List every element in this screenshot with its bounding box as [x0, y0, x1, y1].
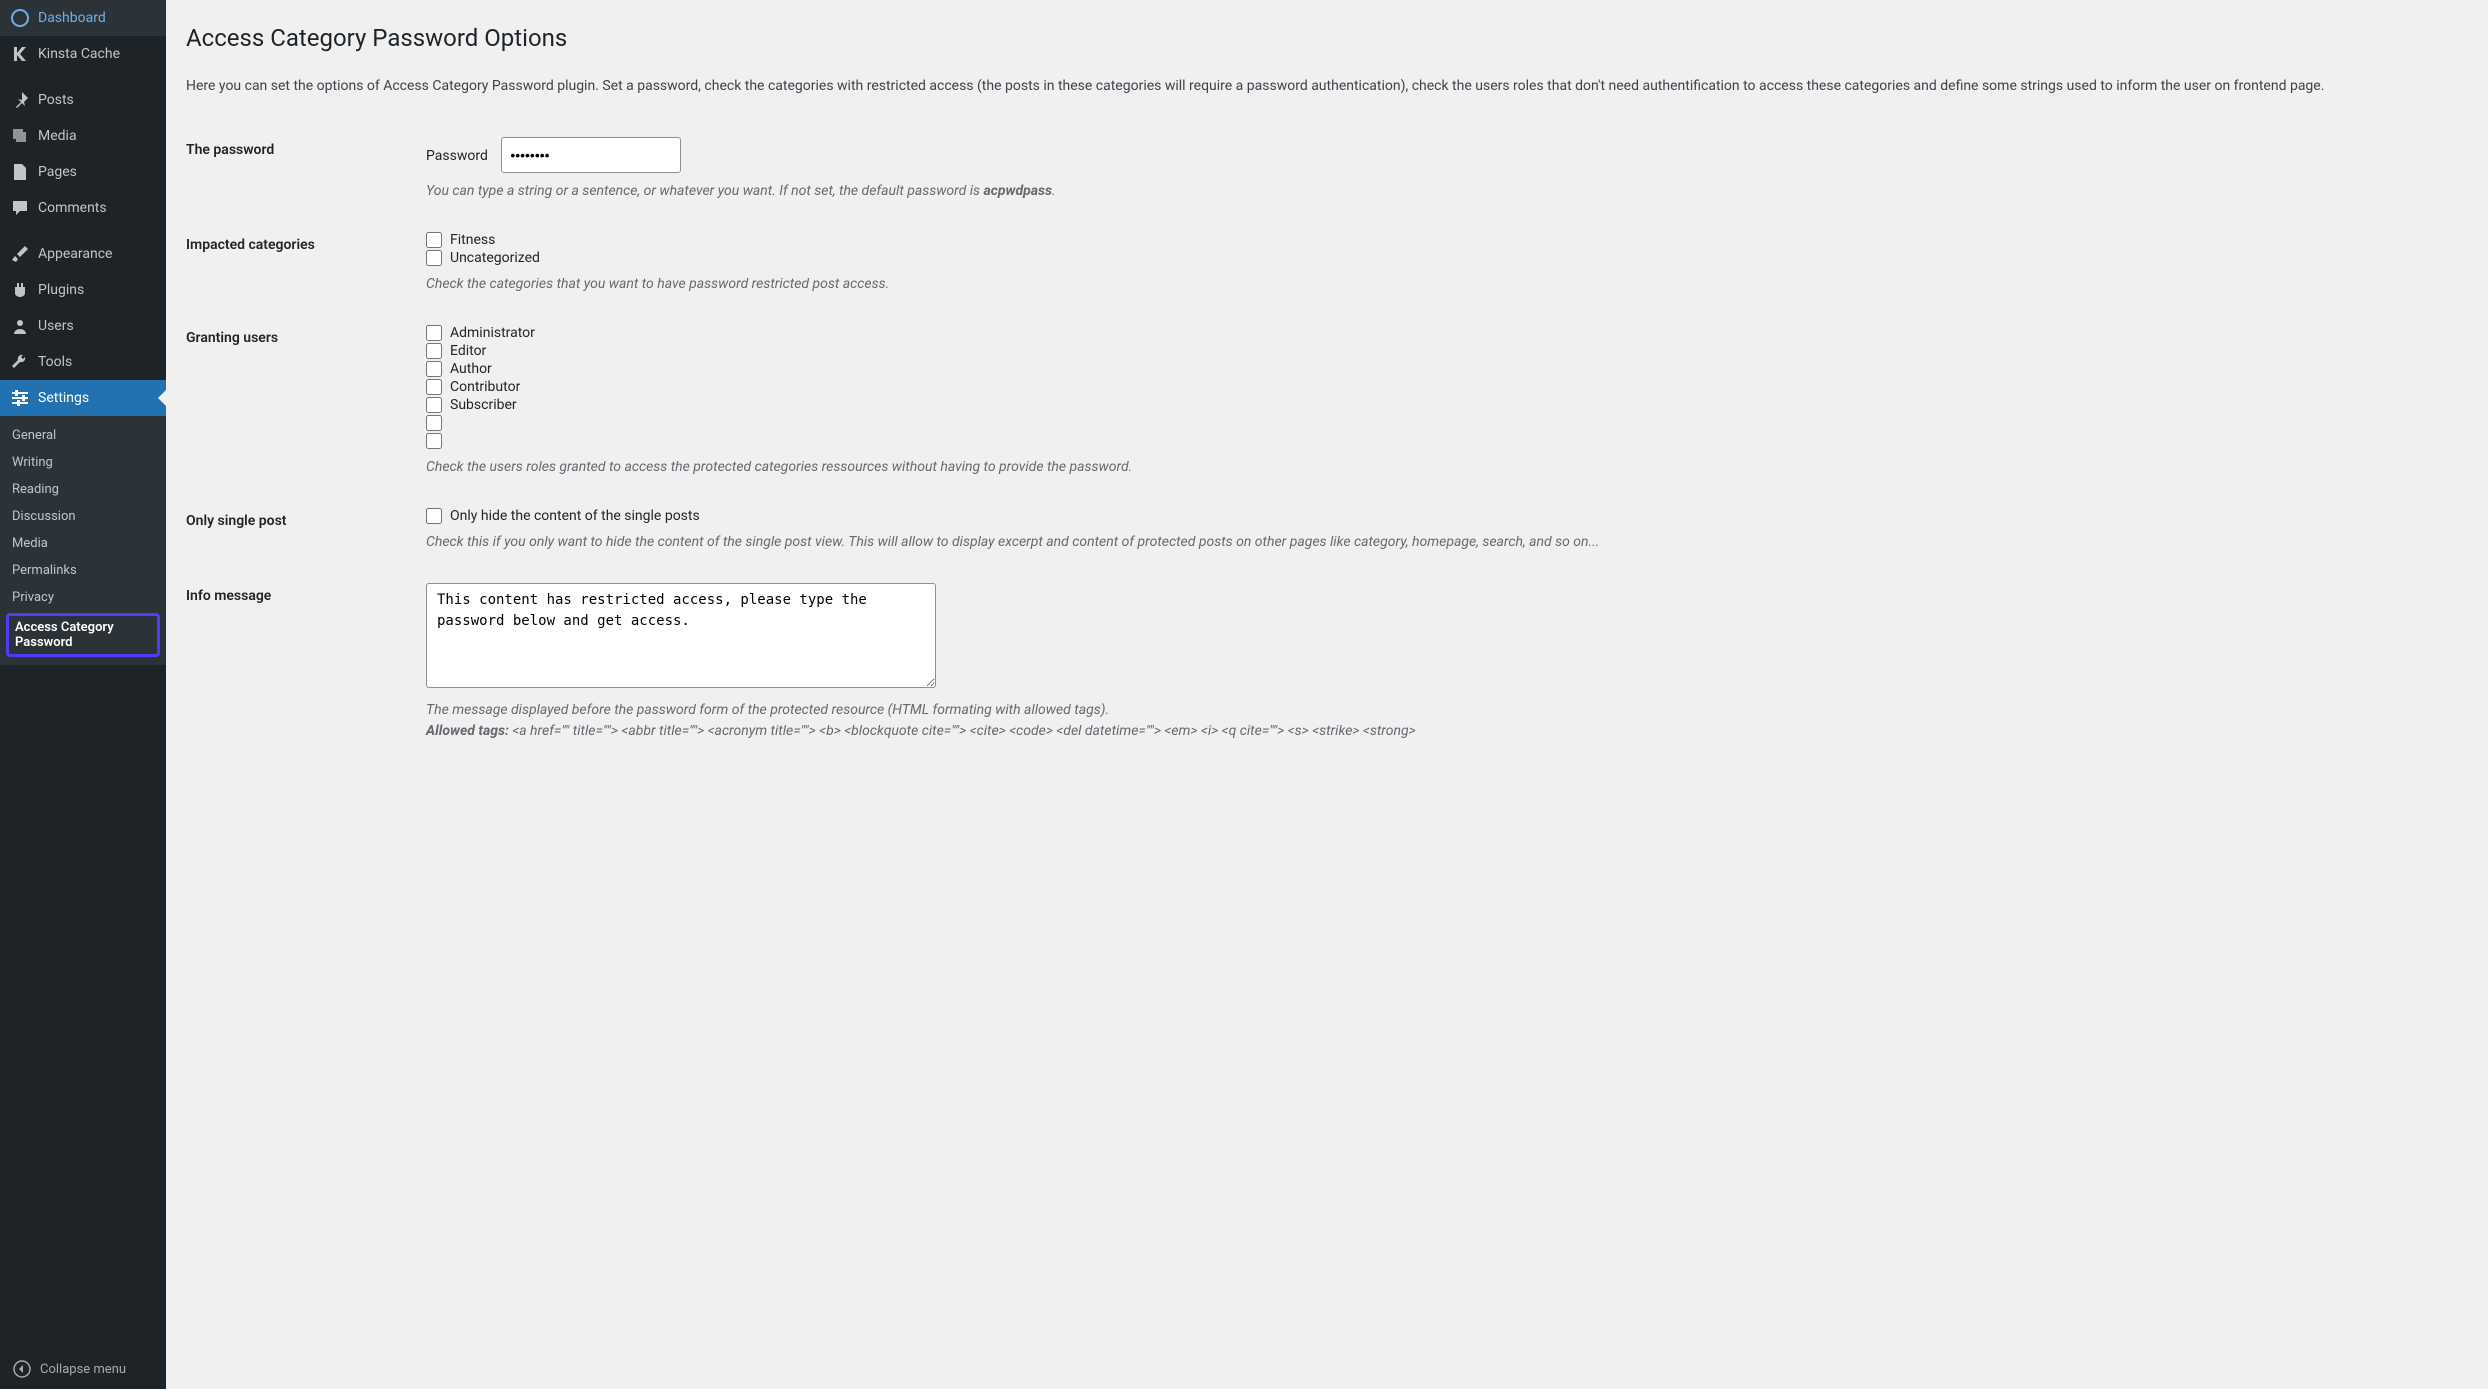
user-administrator-checkbox[interactable]	[426, 325, 442, 341]
sidebar-label: Users	[38, 318, 74, 334]
plug-icon	[10, 280, 30, 300]
sidebar-item-comments[interactable]: Comments	[0, 190, 166, 226]
pin-icon	[10, 90, 30, 110]
user-label: Author	[450, 361, 492, 377]
collapse-icon	[12, 1359, 32, 1379]
user-editor-checkbox[interactable]	[426, 343, 442, 359]
single-post-checkbox[interactable]	[426, 508, 442, 524]
categories-description: Check the categories that you want to ha…	[426, 274, 2458, 295]
wrench-icon	[10, 352, 30, 372]
media-icon	[10, 126, 30, 146]
user-empty-checkbox-1[interactable]	[426, 415, 442, 431]
category-label: Fitness	[450, 232, 495, 248]
submenu-privacy[interactable]: Privacy	[0, 584, 166, 611]
user-option: Administrator	[426, 325, 2458, 341]
sidebar-label: Plugins	[38, 282, 84, 298]
info-description: The message displayed before the passwor…	[426, 700, 2458, 721]
sidebar-item-posts[interactable]: Posts	[0, 82, 166, 118]
collapse-menu[interactable]: Collapse menu	[0, 1349, 166, 1389]
single-label: Only hide the content of the single post…	[450, 508, 700, 524]
sidebar-item-tools[interactable]: Tools	[0, 344, 166, 380]
password-description: You can type a string or a sentence, or …	[426, 181, 2458, 202]
intro-text: Here you can set the options of Access C…	[186, 76, 2468, 97]
category-fitness-checkbox[interactable]	[426, 232, 442, 248]
user-label: Administrator	[450, 325, 535, 341]
submenu-reading[interactable]: Reading	[0, 476, 166, 503]
sidebar-item-pages[interactable]: Pages	[0, 154, 166, 190]
user-contributor-checkbox[interactable]	[426, 379, 442, 395]
submenu-discussion[interactable]: Discussion	[0, 503, 166, 530]
sidebar-label: Posts	[38, 92, 74, 108]
user-option	[426, 415, 2458, 431]
page-title: Access Category Password Options	[186, 15, 2468, 56]
sidebar-item-dashboard[interactable]: Dashboard	[0, 0, 166, 36]
sidebar-label: Tools	[38, 354, 72, 370]
users-description: Check the users roles granted to access …	[426, 457, 2458, 478]
collapse-label: Collapse menu	[40, 1362, 126, 1377]
password-row-label: The password	[186, 122, 416, 217]
sliders-icon	[10, 388, 30, 408]
user-empty-checkbox-2[interactable]	[426, 433, 442, 449]
sidebar-label: Appearance	[38, 246, 112, 262]
category-option: Uncategorized	[426, 250, 2458, 266]
comment-icon	[10, 198, 30, 218]
admin-sidebar: Dashboard Kinsta Cache Posts Media Pages…	[0, 0, 166, 1389]
info-row-label: Info message	[186, 568, 416, 757]
user-label: Subscriber	[450, 397, 517, 413]
user-label: Editor	[450, 343, 486, 359]
submenu-media[interactable]: Media	[0, 530, 166, 557]
submenu-general[interactable]: General	[0, 422, 166, 449]
main-content: Access Category Password Options Here yo…	[166, 0, 2488, 1389]
user-option: Subscriber	[426, 397, 2458, 413]
category-label: Uncategorized	[450, 250, 540, 266]
sidebar-label: Pages	[38, 164, 77, 180]
submenu-permalinks[interactable]: Permalinks	[0, 557, 166, 584]
kinsta-icon	[10, 44, 30, 64]
settings-submenu: General Writing Reading Discussion Media…	[0, 416, 166, 665]
single-option: Only hide the content of the single post…	[426, 508, 2458, 524]
sidebar-label: Settings	[38, 390, 89, 406]
page-icon	[10, 162, 30, 182]
submenu-writing[interactable]: Writing	[0, 449, 166, 476]
category-option: Fitness	[426, 232, 2458, 248]
dashboard-icon	[10, 8, 30, 28]
sidebar-label: Dashboard	[38, 10, 106, 26]
info-message-textarea[interactable]: This content has restricted access, plea…	[426, 583, 936, 688]
brush-icon	[10, 244, 30, 264]
sidebar-item-settings[interactable]: Settings	[0, 380, 166, 416]
categories-row-label: Impacted categories	[186, 217, 416, 310]
single-row-label: Only single post	[186, 493, 416, 568]
single-description: Check this if you only want to hide the …	[426, 532, 2458, 553]
category-uncategorized-checkbox[interactable]	[426, 250, 442, 266]
sidebar-item-users[interactable]: Users	[0, 308, 166, 344]
sidebar-item-appearance[interactable]: Appearance	[0, 236, 166, 272]
user-option	[426, 433, 2458, 449]
sidebar-label: Comments	[38, 200, 107, 216]
sidebar-label: Media	[38, 128, 77, 144]
user-option: Contributor	[426, 379, 2458, 395]
sidebar-item-kinsta[interactable]: Kinsta Cache	[0, 36, 166, 72]
user-option: Editor	[426, 343, 2458, 359]
submenu-access-category-password[interactable]: Access Category Password	[6, 613, 160, 657]
allowed-tags: Allowed tags: <a href="" title=""> <abbr…	[426, 721, 2458, 742]
user-subscriber-checkbox[interactable]	[426, 397, 442, 413]
user-icon	[10, 316, 30, 336]
users-row-label: Granting users	[186, 310, 416, 493]
sidebar-item-plugins[interactable]: Plugins	[0, 272, 166, 308]
user-label: Contributor	[450, 379, 520, 395]
user-author-checkbox[interactable]	[426, 361, 442, 377]
sidebar-label: Kinsta Cache	[38, 46, 120, 62]
sidebar-item-media[interactable]: Media	[0, 118, 166, 154]
password-input-label: Password	[426, 148, 488, 164]
password-input[interactable]	[501, 137, 681, 173]
user-option: Author	[426, 361, 2458, 377]
